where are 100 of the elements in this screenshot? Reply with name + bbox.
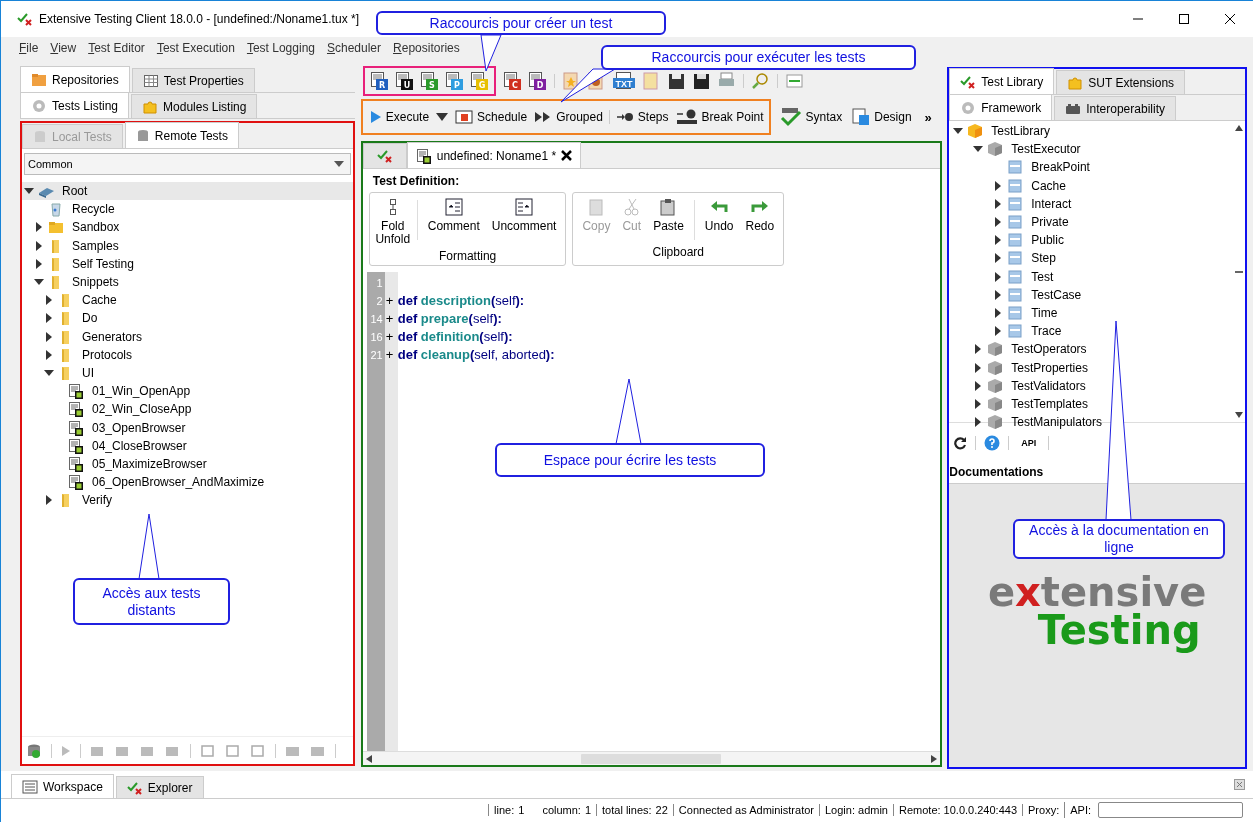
tree-item[interactable]: Public [949,231,1233,250]
tree-item[interactable]: Interact [949,194,1233,213]
ribbon-button[interactable]: Redo [740,196,780,235]
cube-icon [987,359,1004,376]
tab[interactable]: Repositories [20,66,130,92]
close-icon [1224,13,1236,25]
scroll-down-icon [1235,412,1243,418]
dropdown-arrow-icon [436,113,449,121]
tree-item[interactable]: Time [949,303,1233,323]
syntax-check-icon [779,107,802,127]
menu-item[interactable]: Test Execution [150,41,241,55]
toolbar-button[interactable]: Syntax [778,105,844,129]
fold-toggle[interactable]: + [385,346,396,364]
class-icon [1007,304,1024,321]
tree-item[interactable]: TestOperators [949,340,1233,359]
tree-item[interactable]: 04_CloseBrowser [22,436,353,455]
horizontal-scrollbar[interactable] [362,751,941,765]
toolbar-button[interactable]: Grouped [533,105,604,129]
tree-item[interactable]: TestCase [949,285,1233,304]
play-icon [61,744,71,757]
tree-item[interactable]: Samples [22,236,353,255]
tree-item[interactable]: Root [22,182,353,201]
puzzle-icon [1067,74,1084,91]
tab[interactable]: Test Library [949,68,1055,94]
menu-item[interactable]: Test Editor [82,41,151,55]
tab[interactable]: Tests Listing [20,92,130,118]
tree-item[interactable]: Cache [949,176,1233,195]
tree-item[interactable]: 03_OpenBrowser [22,418,353,437]
menu-item[interactable]: File [13,41,45,55]
tab[interactable]: undefined: Noname1 * [406,142,582,168]
ribbon-button[interactable]: Undo [699,196,739,235]
status-text: Remote: 10.0.0.240:443 [893,804,1022,816]
tree-item[interactable]: TestLibrary [949,122,1233,141]
tab[interactable]: Interoperability [1054,96,1176,120]
tree-item[interactable]: Sandbox [22,218,353,237]
fold-toggle[interactable]: + [385,292,396,310]
tree-item[interactable]: Protocols [22,345,353,364]
ribbon-button[interactable]: Fold Unfold [373,196,412,248]
ribbon-button[interactable]: Paste [648,196,689,235]
ribbon-button[interactable]: Comment [422,196,485,235]
tab[interactable]: Modules Listing [131,94,258,118]
tree-item[interactable]: Self Testing [22,254,353,273]
gear-icon [960,99,977,116]
tree-item[interactable]: Cache [22,291,353,310]
status-text: Connected as Administrator [672,804,819,816]
brand-logo: extensive Testing [987,572,1207,655]
api-button[interactable]: API [1017,438,1041,448]
tree-item[interactable]: Do [22,309,353,328]
fold-toggle[interactable]: + [385,328,396,346]
tab[interactable]: Remote Tests [124,122,239,148]
tab[interactable]: SUT Extensions [1056,70,1186,94]
toolbar-button[interactable]: Schedule [454,105,529,129]
test-file-icon [68,419,84,436]
menu-item[interactable]: View [44,41,83,55]
tab[interactable] [362,143,407,168]
menu-item[interactable]: Scheduler [321,41,388,55]
uncomment-icon [515,198,534,216]
puzzle-icon [142,98,159,115]
tab[interactable]: Workspace [11,774,114,798]
toolbar-button[interactable]: Break Point [674,105,765,129]
tree-item[interactable]: Trace [949,322,1233,341]
line-number: 14 [370,312,384,327]
menu-item[interactable]: Repositories [387,41,466,55]
tree-item[interactable]: Private [949,212,1233,232]
cube-icon [987,341,1004,358]
tree-item[interactable]: Verify [22,491,353,510]
project-dropdown[interactable]: Common [24,153,351,175]
api-field[interactable] [1098,802,1243,818]
overflow-button[interactable]: » [920,105,936,129]
tab[interactable]: Framework [949,94,1053,120]
toolbar-button[interactable]: Execute [368,105,431,129]
tree-item[interactable]: TestExecutor [949,140,1233,159]
tree-item[interactable]: Recycle [22,200,353,219]
fold-toggle[interactable]: + [385,310,396,328]
tab[interactable]: Explorer [115,776,204,798]
tree-item[interactable]: TestTemplates [949,394,1233,413]
toolbar-button[interactable]: Design [851,105,913,129]
callout-pointer [480,34,502,72]
tree-item[interactable]: Generators [22,327,353,346]
tree-item[interactable]: TestValidators [949,376,1233,395]
tree-item[interactable]: UI [22,363,353,383]
breakpoint-icon [675,109,698,125]
line-number: 2 [376,294,384,309]
test-file-icon [68,401,84,418]
tree-item[interactable]: Test [949,267,1233,286]
status-label: column: [542,804,581,816]
tree-item[interactable]: 05_MaximizeBrowser [22,454,353,473]
tree-item[interactable]: 06_OpenBrowser_AndMaximize [22,473,353,492]
tree-item[interactable]: TestManipulators [949,413,1233,432]
tree-item[interactable]: BreakPoint [949,158,1233,177]
tree-item[interactable]: 01_Win_OpenApp [22,382,353,401]
tree-item[interactable]: Step [949,249,1233,268]
toolbar-button[interactable]: Steps [614,105,670,129]
status-label: total lines: [602,804,652,816]
tab[interactable]: Test Properties [131,68,255,92]
tree-item[interactable]: Snippets [22,272,353,292]
menu-item[interactable]: Test Logging [240,41,321,55]
tree-item[interactable]: TestProperties [949,358,1233,377]
ribbon-button[interactable]: Uncomment [486,196,562,235]
tree-item[interactable]: 02_Win_CloseApp [22,400,353,419]
